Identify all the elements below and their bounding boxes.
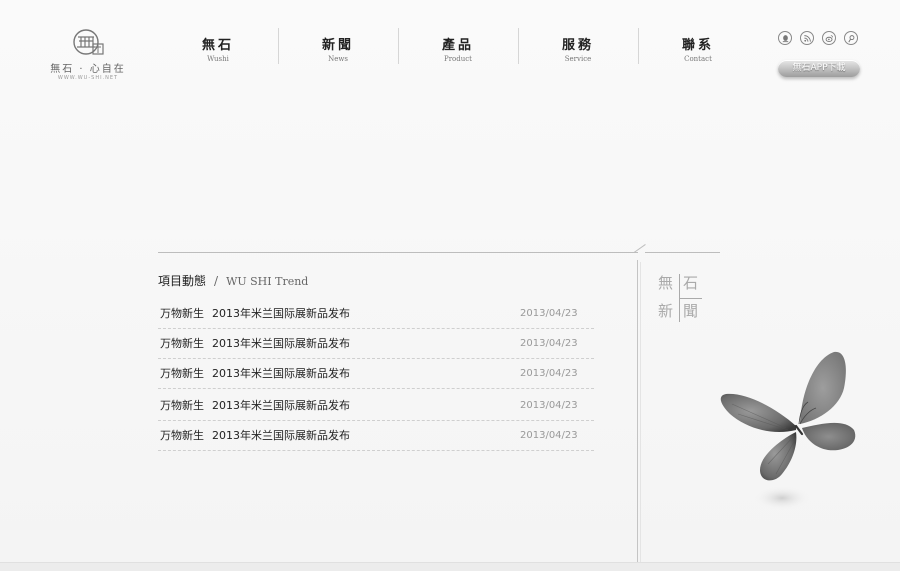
nav-label-en: News xyxy=(328,55,348,63)
news-title[interactable]: 2013年米兰国际展新品发布 xyxy=(212,329,350,358)
news-item[interactable]: 万物新生 2013年米兰国际展新品发布 2013/04/23 xyxy=(158,389,594,421)
butterfly-illustration xyxy=(720,351,856,510)
nav-item-news[interactable]: 新聞 News xyxy=(278,28,398,66)
news-list: 万物新生 2013年米兰国际展新品发布 2013/04/23 万物新生 2013… xyxy=(158,299,594,451)
main-nav: 無石 Wushi 新聞 News 產品 Product 服務 Service 聯… xyxy=(158,28,758,66)
news-category: 万物新生 xyxy=(160,367,204,380)
frame-vertical-divider xyxy=(637,260,638,562)
nav-item-product[interactable]: 產品 Product xyxy=(398,28,518,66)
section-title-en: WU SHI Trend xyxy=(226,275,309,288)
news-date: 2013/04/23 xyxy=(520,430,578,441)
news-date: 2013/04/23 xyxy=(520,308,578,319)
side-section-label: 無 石 新 聞 xyxy=(656,272,704,324)
news-category: 万物新生 xyxy=(160,429,204,442)
news-item[interactable]: 万物新生 2013年米兰国际展新品发布 2013/04/23 xyxy=(158,299,594,329)
news-title[interactable]: 2013年米兰国际展新品发布 xyxy=(212,389,350,422)
frame-divider xyxy=(158,252,638,253)
logo-name: 無石 · 心自在 xyxy=(50,64,126,75)
nav-label: 聯系 xyxy=(681,38,714,53)
side-label-char: 石 xyxy=(683,274,699,292)
nav-item-contact[interactable]: 聯系 Contact xyxy=(638,28,758,66)
side-label-char: 無 xyxy=(658,274,674,292)
section-title-separator: / xyxy=(214,274,219,288)
nav-label-en: Product xyxy=(444,55,472,63)
frame-vertical-divider-shadow xyxy=(640,262,641,562)
news-date: 2013/04/23 xyxy=(520,338,578,349)
news-item[interactable]: 万物新生 2013年米兰国际展新品发布 2013/04/23 xyxy=(158,359,594,389)
side-label-char: 聞 xyxy=(683,302,699,320)
qq-icon[interactable] xyxy=(778,31,792,45)
side-label-divider xyxy=(680,298,702,299)
weibo-icon[interactable] xyxy=(822,31,836,45)
logo-mark-icon xyxy=(73,29,104,55)
section-title-zh: 項目動態 xyxy=(158,274,207,288)
news-title[interactable]: 2013年米兰国际展新品发布 xyxy=(212,421,350,450)
news-item[interactable]: 万物新生 2013年米兰国际展新品发布 2013/04/23 xyxy=(158,329,594,359)
rss-icon[interactable] xyxy=(800,31,814,45)
nav-label: 服務 xyxy=(561,38,594,53)
news-category: 万物新生 xyxy=(160,399,204,412)
site-logo[interactable]: 無石 · 心自在 WWW.WU-SHI.NET xyxy=(48,28,128,81)
news-title[interactable]: 2013年米兰国际展新品发布 xyxy=(212,359,350,388)
section-title: 項目動態 / WU SHI Trend xyxy=(158,272,308,289)
nav-label: 無石 xyxy=(201,38,234,53)
app-download-button[interactable]: 無石APP下載 xyxy=(778,60,860,77)
news-title[interactable]: 2013年米兰国际展新品发布 xyxy=(212,299,350,328)
nav-label: 產品 xyxy=(441,38,474,53)
news-item[interactable]: 万物新生 2013年米兰国际展新品发布 2013/04/23 xyxy=(158,421,594,451)
nav-item-service[interactable]: 服務 Service xyxy=(518,28,638,66)
news-category: 万物新生 xyxy=(160,307,204,320)
nav-label-en: Contact xyxy=(684,55,712,63)
nav-label-en: Service xyxy=(564,55,592,63)
nav-label-en: Wushi xyxy=(207,55,229,63)
frame-divider-notch xyxy=(633,244,646,253)
side-label-char: 新 xyxy=(658,302,674,320)
logo-url: WWW.WU-SHI.NET xyxy=(57,75,119,81)
tencent-weibo-icon[interactable] xyxy=(844,31,858,45)
news-category: 万物新生 xyxy=(160,337,204,350)
frame-divider-right xyxy=(645,252,720,253)
nav-label: 新聞 xyxy=(321,38,354,53)
news-date: 2013/04/23 xyxy=(520,400,578,411)
news-date: 2013/04/23 xyxy=(520,368,578,379)
social-links xyxy=(778,31,858,45)
nav-item-wushi[interactable]: 無石 Wushi xyxy=(158,28,278,66)
page: 無石 · 心自在 WWW.WU-SHI.NET 無石 Wushi 新聞 News… xyxy=(0,0,900,571)
